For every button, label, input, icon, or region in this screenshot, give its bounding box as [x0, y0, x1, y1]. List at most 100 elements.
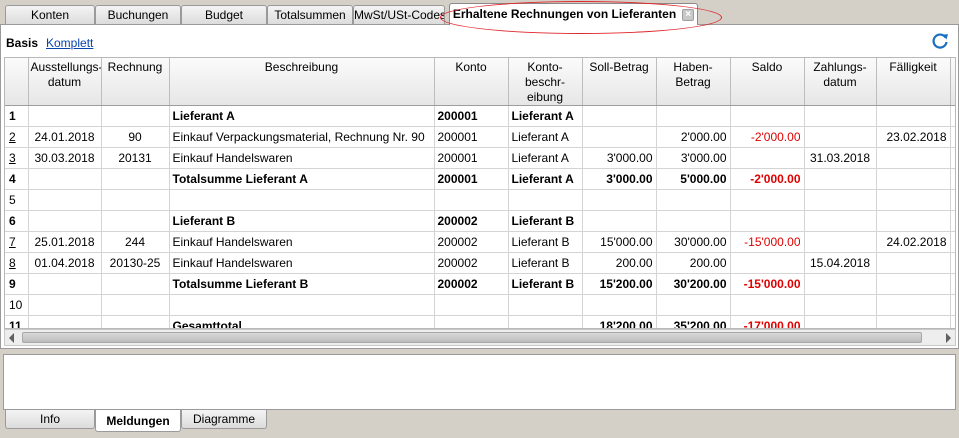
cell-nr[interactable]: 11 — [5, 315, 29, 328]
cell-beschreibung[interactable]: Lieferant B — [169, 210, 435, 232]
cell-saldo[interactable]: -2'000.00 — [730, 126, 805, 148]
cell-soll[interactable] — [582, 294, 657, 316]
cell-faellig[interactable] — [876, 294, 951, 316]
scrollbar-thumb[interactable] — [22, 332, 922, 343]
column-header-faelligkeit[interactable]: Fälligkeit — [876, 58, 951, 106]
cell-haben[interactable]: 2'000.00 — [656, 126, 731, 148]
cell-konto[interactable]: 200002 — [434, 231, 509, 253]
cell-datum[interactable]: 25.01.2018 — [28, 231, 102, 253]
cell-soll[interactable] — [582, 105, 657, 127]
cell-saldo[interactable]: -2'000.00 — [730, 168, 805, 190]
horizontal-scrollbar[interactable] — [4, 329, 956, 346]
view-komplett-link[interactable]: Komplett — [46, 36, 93, 50]
column-header-extra[interactable]: U — [950, 58, 955, 106]
cell-konto[interactable] — [434, 189, 509, 211]
cell-faellig[interactable]: 24.02.2018 — [876, 231, 951, 253]
table-row[interactable]: 6 Lieferant B 200002 Lieferant B — [5, 210, 955, 232]
cell-rechnung[interactable] — [101, 105, 170, 127]
cell-faellig[interactable] — [876, 105, 951, 127]
cell-kontobeschr[interactable] — [508, 315, 583, 328]
table-row[interactable]: 2 24.01.2018 90 Einkauf Verpackungsmaterial… — [5, 126, 955, 148]
cell-nr[interactable]: 2 — [5, 126, 29, 148]
cell-faellig[interactable] — [876, 168, 951, 190]
cell-rechnung[interactable] — [101, 168, 170, 190]
cell-nr[interactable]: 1 — [5, 105, 29, 127]
table-row[interactable]: 11 Gesamttotal 18'200.00 35'200.00 -17'000.0… — [5, 315, 955, 328]
table-row[interactable]: 3 30.03.2018 20131 Einkauf Handelswaren 2000… — [5, 147, 955, 169]
cell-nr[interactable]: 3 — [5, 147, 29, 169]
cell-extra[interactable] — [950, 315, 955, 328]
table-row[interactable]: 4 Totalsumme Lieferant A 200001 Lieferant A… — [5, 168, 955, 190]
cell-haben[interactable]: 200.00 — [656, 252, 731, 274]
cell-datum[interactable] — [28, 315, 102, 328]
cell-datum[interactable] — [28, 210, 102, 232]
cell-nr[interactable]: 8 — [5, 252, 29, 274]
cell-beschreibung[interactable] — [169, 294, 435, 316]
tab-budget[interactable]: Budget — [181, 5, 267, 24]
cell-faellig[interactable] — [876, 252, 951, 274]
view-basis[interactable]: Basis — [6, 36, 38, 50]
tab-konten[interactable]: Konten — [5, 5, 95, 24]
cell-kontobeschr[interactable]: Lieferant A — [508, 105, 583, 127]
cell-extra[interactable] — [950, 126, 955, 148]
cell-beschreibung[interactable]: Einkauf Handelswaren — [169, 147, 435, 169]
cell-saldo[interactable] — [730, 294, 805, 316]
cell-zahlung[interactable] — [804, 315, 877, 328]
refresh-icon[interactable] — [930, 31, 950, 51]
cell-konto[interactable]: 200002 — [434, 210, 509, 232]
table-row[interactable]: 8 01.04.2018 20130-25 Einkauf Handelswaren 2… — [5, 252, 955, 274]
cell-haben[interactable]: 5'000.00 — [656, 168, 731, 190]
cell-beschreibung[interactable]: Lieferant A — [169, 105, 435, 127]
cell-nr[interactable]: 4 — [5, 168, 29, 190]
cell-haben[interactable]: 30'200.00 — [656, 273, 731, 295]
cell-konto[interactable]: 200001 — [434, 147, 509, 169]
cell-zahlung[interactable]: 31.03.2018 — [804, 147, 877, 169]
cell-beschreibung[interactable]: Gesamttotal — [169, 315, 435, 328]
cell-extra[interactable] — [950, 294, 955, 316]
cell-rechnung[interactable] — [101, 315, 170, 328]
cell-extra[interactable] — [950, 231, 955, 253]
cell-faellig[interactable] — [876, 273, 951, 295]
cell-saldo[interactable] — [730, 105, 805, 127]
cell-soll[interactable]: 200.00 — [582, 252, 657, 274]
cell-konto[interactable]: 200001 — [434, 105, 509, 127]
cell-saldo[interactable]: -15'000.00 — [730, 273, 805, 295]
cell-zahlung[interactable] — [804, 126, 877, 148]
cell-nr[interactable]: 6 — [5, 210, 29, 232]
cell-kontobeschr[interactable]: Lieferant B — [508, 252, 583, 274]
cell-haben[interactable] — [656, 189, 731, 211]
cell-zahlung[interactable] — [804, 105, 877, 127]
cell-extra[interactable] — [950, 252, 955, 274]
cell-rechnung[interactable]: 20131 — [101, 147, 170, 169]
cell-haben[interactable]: 3'000.00 — [656, 147, 731, 169]
table-row[interactable]: 7 25.01.2018 244 Einkauf Handelswaren 200002… — [5, 231, 955, 253]
table-row[interactable]: 10 — [5, 294, 955, 316]
cell-soll[interactable] — [582, 189, 657, 211]
cell-soll[interactable]: 18'200.00 — [582, 315, 657, 328]
cell-beschreibung[interactable]: Totalsumme Lieferant B — [169, 273, 435, 295]
cell-zahlung[interactable] — [804, 189, 877, 211]
cell-beschreibung[interactable] — [169, 189, 435, 211]
cell-saldo[interactable] — [730, 189, 805, 211]
cell-faellig[interactable] — [876, 147, 951, 169]
cell-extra[interactable] — [950, 189, 955, 211]
cell-zahlung[interactable]: 15.04.2018 — [804, 252, 877, 274]
cell-zahlung[interactable] — [804, 273, 877, 295]
scroll-right-icon[interactable] — [946, 333, 951, 343]
table-row[interactable]: 1 Lieferant A 200001 Lieferant A — [5, 105, 955, 127]
cell-nr[interactable]: 10 — [5, 294, 29, 316]
cell-zahlung[interactable] — [804, 210, 877, 232]
table-row[interactable]: 5 — [5, 189, 955, 211]
cell-saldo[interactable] — [730, 147, 805, 169]
cell-faellig[interactable]: 23.02.2018 — [876, 126, 951, 148]
cell-saldo[interactable]: -17'000.00 — [730, 315, 805, 328]
cell-soll[interactable]: 3'000.00 — [582, 147, 657, 169]
table-row[interactable]: 9 Totalsumme Lieferant B 200002 Lieferant B… — [5, 273, 955, 295]
tab-buchungen[interactable]: Buchungen — [95, 5, 181, 24]
cell-soll[interactable] — [582, 210, 657, 232]
cell-beschreibung[interactable]: Einkauf Verpackungsmaterial, Rechnung Nr… — [169, 126, 435, 148]
column-header-ausstellungsdatum[interactable]: Ausstellungs-datum — [28, 58, 102, 106]
cell-kontobeschr[interactable]: Lieferant A — [508, 168, 583, 190]
cell-kontobeschr[interactable]: Lieferant B — [508, 231, 583, 253]
scroll-left-icon[interactable] — [9, 333, 14, 343]
